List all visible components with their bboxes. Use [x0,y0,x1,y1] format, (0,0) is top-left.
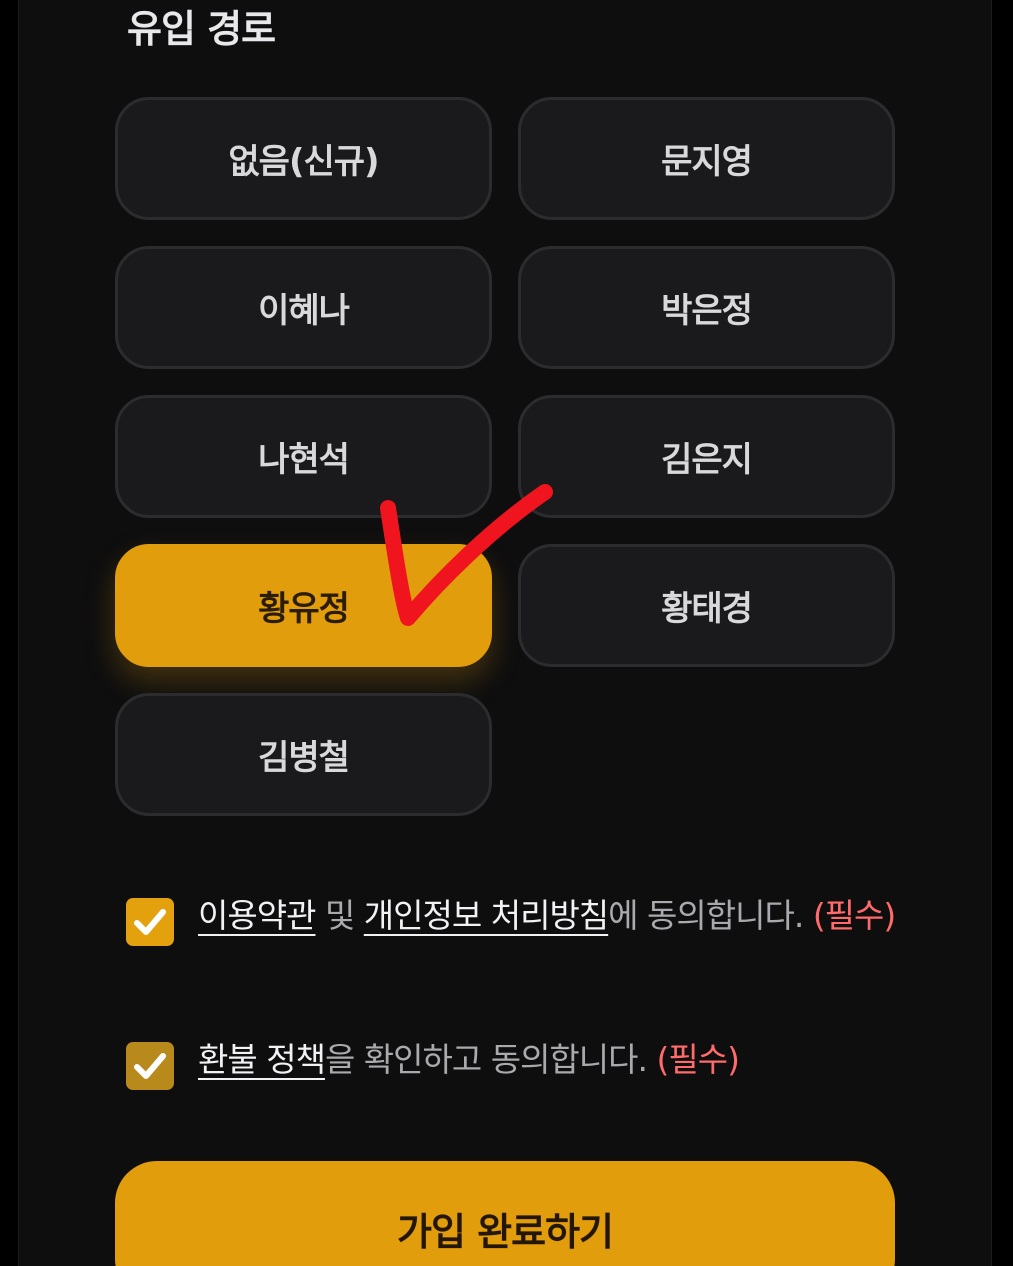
checkmark-icon [134,909,166,935]
refund-agreement-row: 환불 정책을 확인하고 동의합니다. (필수) [126,1032,896,1090]
referral-option-none[interactable]: 없음(신규) [115,97,492,220]
checkmark-icon [134,1053,166,1079]
terms-agreement-text: 이용약관 및 개인정보 처리방침에 동의합니다. (필수) [198,888,896,944]
refund-policy-link[interactable]: 환불 정책 [198,1040,326,1079]
referral-option-park-eunjung[interactable]: 박은정 [518,246,895,369]
referral-option-kim-byungchul[interactable]: 김병철 [115,693,492,816]
referral-option-lee-hyena[interactable]: 이혜나 [115,246,492,369]
section-title: 유입 경로 [127,7,276,51]
referral-option-moon-jiyoung[interactable]: 문지영 [518,97,895,220]
referral-option-na-hyunseok[interactable]: 나현석 [115,395,492,518]
terms-suffix: 에 동의합니다. [608,896,813,935]
refund-agreement-text: 환불 정책을 확인하고 동의합니다. (필수) [198,1032,740,1088]
required-badge: (필수) [656,1040,740,1079]
terms-joiner: 및 [315,896,364,935]
terms-agreement-row: 이용약관 및 개인정보 처리방침에 동의합니다. (필수) [126,888,896,946]
referral-option-hwang-yujung[interactable]: 황유정 [115,544,492,667]
terms-checkbox[interactable] [126,898,174,946]
referral-option-kim-eunji[interactable]: 김은지 [518,395,895,518]
referral-option-hwang-taekyung[interactable]: 황태경 [518,544,895,667]
complete-signup-button[interactable]: 가입 완료하기 [115,1161,895,1266]
terms-link[interactable]: 이용약관 [198,896,316,935]
refund-checkbox[interactable] [126,1042,174,1090]
referral-options: 없음(신규) 문지영 이혜나 박은정 나현석 김은지 황유정 황태경 김병철 [115,97,895,816]
complete-signup-label: 가입 완료하기 [397,1210,614,1254]
refund-suffix: 을 확인하고 동의합니다. [324,1040,657,1079]
required-badge: (필수) [812,896,896,935]
privacy-policy-link[interactable]: 개인정보 처리방침 [364,896,609,935]
